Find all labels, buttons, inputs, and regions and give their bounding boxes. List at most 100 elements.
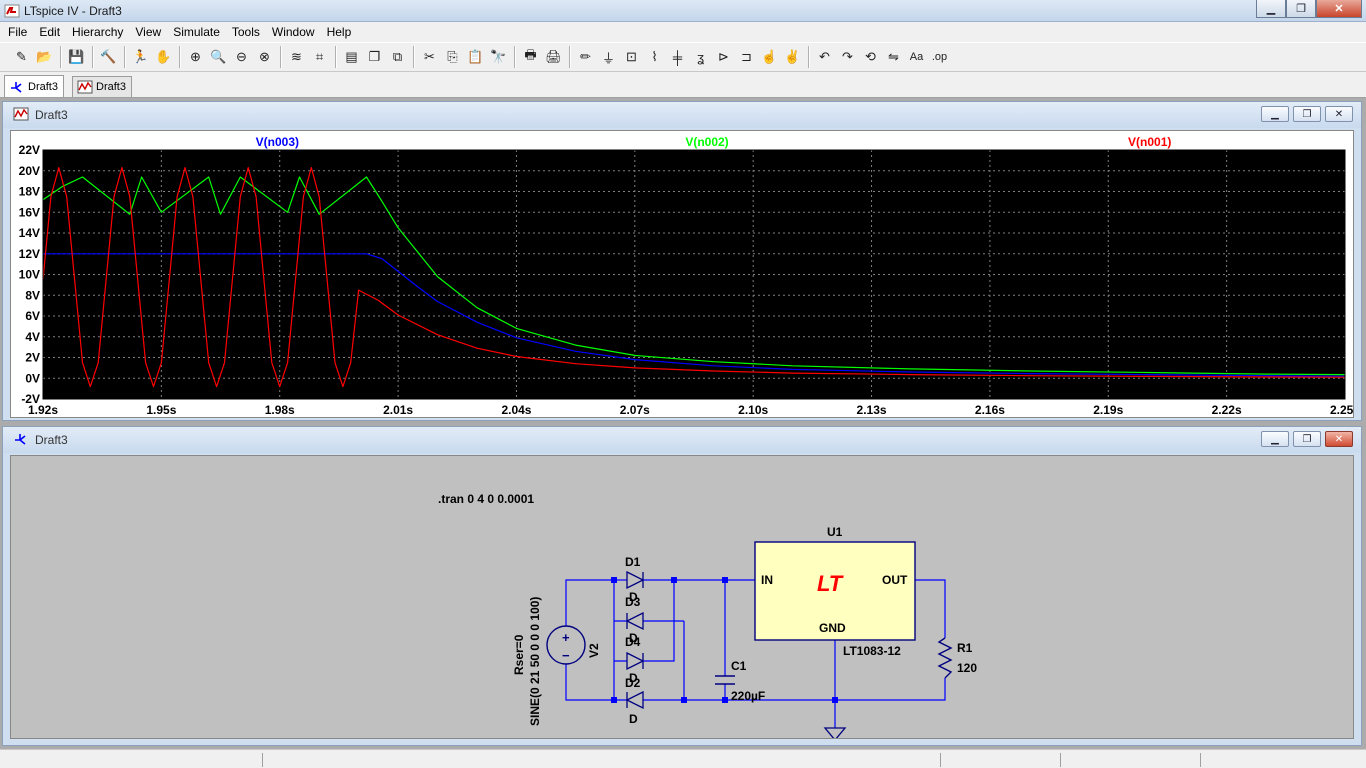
save-icon[interactable]: 💾 [66, 46, 88, 68]
diode-icon[interactable]: ⊳ [713, 46, 735, 68]
control-panel-icon[interactable]: 🔨 [98, 46, 120, 68]
d2-model[interactable]: D [629, 712, 638, 726]
diode-d1[interactable] [626, 570, 645, 590]
minimize-button[interactable]: ▁ [1256, 0, 1286, 18]
cascade-icon[interactable]: ❐ [364, 46, 386, 68]
tab-schematic-draft3[interactable]: Draft3 [4, 75, 64, 97]
r1-value[interactable]: 120 [957, 661, 977, 675]
zoom-fit-icon[interactable]: ⊗ [254, 46, 276, 68]
tile-horizontal-icon[interactable]: ▤ [341, 46, 363, 68]
d4-ref[interactable]: D4 [625, 635, 641, 649]
spice-directive[interactable]: .tran 0 4 0 0.0001 [438, 492, 534, 506]
inductor-icon[interactable]: ʓ [690, 46, 712, 68]
c1-ref[interactable]: C1 [731, 659, 747, 673]
run-icon[interactable]: 🏃 [130, 46, 152, 68]
diode-d3[interactable] [625, 611, 644, 631]
v2-value[interactable]: SINE(0 21 50 0 0 0 100) [528, 597, 542, 726]
halt-icon[interactable]: ✋ [153, 46, 175, 68]
wire-icon[interactable]: ✏ [575, 46, 597, 68]
waveform-plot-pane[interactable]: 1.92s 1.95s 1.98s 2.01s 2.04s 2.07s 2.10s 2.13s… [10, 130, 1361, 418]
cut-icon[interactable]: ✂ [419, 46, 441, 68]
schematic-drawing[interactable]: .tran 0 4 0 0.0001 + − V2 Rser=0 SINE(0 … [11, 456, 1353, 742]
close-button[interactable]: ✕ [1316, 0, 1362, 18]
spice-directive-icon[interactable]: .op [929, 46, 951, 68]
find-icon[interactable]: 🔭 [488, 46, 510, 68]
ground-icon[interactable]: ⏚ [598, 46, 620, 68]
schematic-window-controls: ▁ ❐ ✕ [1261, 431, 1353, 447]
menu-simulate[interactable]: Simulate [167, 22, 226, 42]
move-icon[interactable]: ☝ [759, 46, 781, 68]
d1-ref[interactable]: D1 [625, 555, 641, 569]
menu-tools[interactable]: Tools [226, 22, 266, 42]
zoom-pan-icon[interactable]: 🔍 [208, 46, 230, 68]
waveform-minimize-button[interactable]: ▁ [1261, 106, 1289, 122]
u1-model[interactable]: LT1083-12 [843, 644, 901, 658]
diode-d2[interactable] [625, 690, 644, 710]
capacitor-icon[interactable]: ╪ [667, 46, 689, 68]
ground-symbol[interactable] [823, 727, 847, 742]
diode-d4[interactable] [626, 651, 645, 671]
d2-ref[interactable]: D2 [625, 676, 641, 690]
capacitor-c1[interactable] [715, 675, 735, 685]
schematic-canvas[interactable]: .tran 0 4 0 0.0001 + − V2 Rser=0 SINE(0 … [10, 455, 1354, 742]
schematic-minimize-button[interactable]: ▁ [1261, 431, 1289, 447]
d3-ref[interactable]: D3 [625, 595, 641, 609]
trace-label[interactable]: V(n003) [256, 135, 299, 149]
resistor-r1[interactable] [937, 637, 953, 679]
x-tick-label: 2.19s [1093, 403, 1123, 417]
window-title: LTspice IV - Draft3 [24, 4, 122, 18]
rotate-icon[interactable]: ⟲ [860, 46, 882, 68]
x-tick-label: 2.13s [857, 403, 887, 417]
schematic-maximize-button[interactable]: ❐ [1293, 431, 1321, 447]
waveform-chart[interactable]: 1.92s 1.95s 1.98s 2.01s 2.04s 2.07s 2.10s 2.13s… [11, 131, 1361, 417]
r1-ref[interactable]: R1 [957, 641, 973, 655]
v2-ref[interactable]: V2 [587, 643, 601, 658]
zoom-in-icon[interactable]: ⊕ [185, 46, 207, 68]
trace-label[interactable]: V(n001) [1128, 135, 1171, 149]
x-tick-label: 2.16s [975, 403, 1005, 417]
toolbar: ✎ 📂 💾 🔨 🏃 ✋ ⊕ 🔍 ⊖ ⊗ ≋ ⌗ ▤ ❐ ⧉ ✂ ⎘ 📋 🔭 🖶 🖨 ✏ ⏚ ⊡ ⌇ ╪ ʓ ⊳ ⊐ ☝ ✌ ↶ ↷ ⟲ ⇋ Aa .op [0, 42, 1366, 72]
print-setup-icon[interactable]: 🖶 [520, 46, 542, 68]
menu-view[interactable]: View [129, 22, 167, 42]
open-icon[interactable]: 📂 [34, 46, 56, 68]
ltspice-logo-icon [4, 4, 20, 18]
y-tick-label: 6V [25, 309, 40, 323]
menu-hierarchy[interactable]: Hierarchy [66, 22, 129, 42]
redo-icon[interactable]: ↷ [837, 46, 859, 68]
zoom-out-icon[interactable]: ⊖ [231, 46, 253, 68]
c1-value[interactable]: 220µF [731, 689, 765, 703]
menu-help[interactable]: Help [321, 22, 358, 42]
new-schematic-icon[interactable]: ✎ [11, 46, 33, 68]
copy-icon[interactable]: ⎘ [442, 46, 464, 68]
paste-icon[interactable]: 📋 [465, 46, 487, 68]
print-icon[interactable]: 🖨 [543, 46, 565, 68]
junction [722, 577, 728, 583]
y-tick-label: 2V [25, 351, 40, 365]
schematic-close-button[interactable]: ✕ [1325, 431, 1353, 447]
trace-label[interactable]: V(n002) [685, 135, 728, 149]
tab-label: Draft3 [28, 80, 58, 93]
v2-param[interactable]: Rser=0 [512, 634, 526, 675]
drag-icon[interactable]: ✌ [782, 46, 804, 68]
waveform-window-header: Draft3 ▁ ❐ ✕ [3, 102, 1361, 128]
component-icon[interactable]: ⊐ [736, 46, 758, 68]
maximize-button[interactable]: ❐ [1286, 0, 1316, 18]
waveform-close-button[interactable]: ✕ [1325, 106, 1353, 122]
label-net-icon[interactable]: ⊡ [621, 46, 643, 68]
tab-waveform-draft3[interactable]: Draft3 [72, 76, 132, 97]
toolbar-separator [569, 46, 570, 68]
waveform-window-controls: ▁ ❐ ✕ [1261, 106, 1353, 122]
waveform-maximize-button[interactable]: ❐ [1293, 106, 1321, 122]
menu-window[interactable]: Window [266, 22, 321, 42]
marker-icon[interactable]: ⌗ [309, 46, 331, 68]
close-all-icon[interactable]: ⧉ [387, 46, 409, 68]
menu-file[interactable]: File [2, 22, 33, 42]
text-icon[interactable]: Aa [906, 46, 928, 68]
menu-edit[interactable]: Edit [33, 22, 66, 42]
undo-icon[interactable]: ↶ [814, 46, 836, 68]
resistor-icon[interactable]: ⌇ [644, 46, 666, 68]
voltage-source-v2[interactable]: + − [546, 625, 586, 665]
autorange-icon[interactable]: ≋ [286, 46, 308, 68]
mirror-icon[interactable]: ⇋ [883, 46, 905, 68]
u1-ref[interactable]: U1 [827, 525, 843, 539]
